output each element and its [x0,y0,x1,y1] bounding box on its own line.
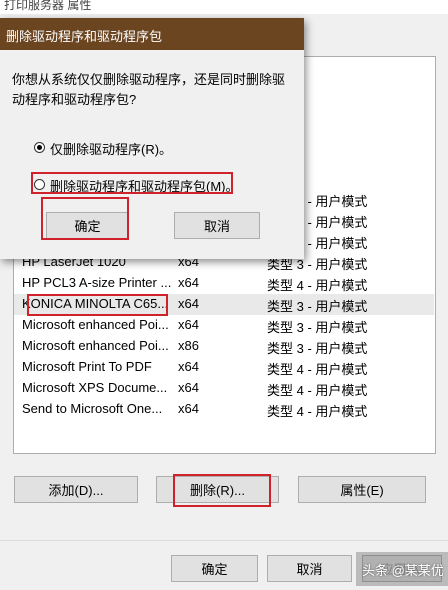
driver-env: x64 [178,380,199,395]
footer-ok-button[interactable]: 确定 [171,555,258,582]
driver-type: 类型 3 - 用户模式 [267,341,368,356]
driver-name: Send to Microsoft One... [22,401,163,416]
driver-type: 类型 3 - 用户模式 [267,299,368,314]
driver-name: HP PCL3 A-size Printer ... [22,275,172,290]
driver-type: 类型 4 - 用户模式 [267,362,368,377]
footer-cancel-button[interactable]: 取消 [267,555,352,582]
highlight-option-package [31,172,233,194]
driver-row[interactable]: Microsoft Print To PDF x64 类型 4 - 用户模式 [14,357,434,378]
driver-row[interactable]: Send to Microsoft One... x64 类型 4 - 用户模式 [14,399,434,420]
driver-type: 类型 4 - 用户模式 [267,383,368,398]
highlight-konica [27,294,168,316]
dialog-cancel-button[interactable]: 取消 [174,212,260,239]
delete-driver-dialog: 删除驱动程序和驱动程序包 你想从系统仅仅删除驱动程序，还是同时删除驱动程序和驱动… [0,18,304,259]
driver-row[interactable]: Microsoft enhanced Poi... x64 类型 3 - 用户模… [14,315,434,336]
dialog-titlebar[interactable]: 删除驱动程序和驱动程序包 [0,18,304,50]
dialog-title: 删除驱动程序和驱动程序包 [6,29,163,44]
driver-row[interactable]: Microsoft enhanced Poi... x86 类型 3 - 用户模… [14,336,434,357]
watermark: 头条 @某某优 [362,563,444,578]
driver-type: 类型 4 - 用户模式 [267,404,368,419]
driver-name: Microsoft Print To PDF [22,359,152,374]
driver-env: x64 [178,359,199,374]
driver-env: x64 [178,296,199,311]
dialog-message: 你想从系统仅仅删除驱动程序，还是同时删除驱动程序和驱动程序包? [12,72,286,107]
driver-name: Microsoft enhanced Poi... [22,338,169,353]
driver-name: Microsoft XPS Docume... [22,380,168,395]
driver-env: x64 [178,401,199,416]
driver-env: x64 [178,275,199,290]
highlight-ok [41,197,129,240]
add-driver-button[interactable]: 添加(D)... [14,476,138,503]
driver-env: x64 [178,317,199,332]
radio-label: 仅删除驱动程序(R)。 [50,142,173,157]
driver-row[interactable]: Microsoft XPS Docume... x64 类型 4 - 用户模式 [14,378,434,399]
driver-env: x86 [178,338,199,353]
driver-name: Microsoft enhanced Poi... [22,317,169,332]
footer-separator [0,540,448,541]
driver-row[interactable]: HP PCL3 A-size Printer ... x64 类型 4 - 用户… [14,273,434,294]
bg-window-title: 打印服务器 属性 [4,0,92,12]
driver-type: 类型 4 - 用户模式 [267,278,368,293]
driver-type: 类型 3 - 用户模式 [267,320,368,335]
bg-titlebar: 打印服务器 属性 [0,0,448,14]
radio-checked-icon[interactable] [34,142,45,153]
highlight-remove [173,474,271,507]
driver-properties-button[interactable]: 属性(E) [298,476,426,503]
